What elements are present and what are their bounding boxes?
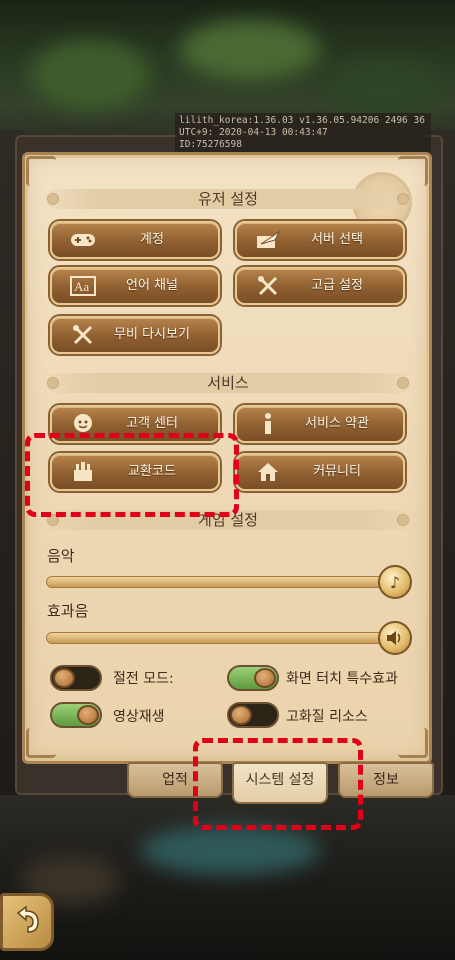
- toggle-knob: [77, 705, 99, 725]
- section-title: 서비스: [207, 374, 249, 392]
- panel-corner-ornament: [398, 728, 428, 758]
- server-select-button[interactable]: 서버 선택: [235, 221, 405, 259]
- header-ornament: [397, 377, 409, 389]
- user-id-line: ID:75276598: [179, 139, 242, 150]
- toggle-knob: [254, 668, 276, 688]
- bg-foliage-blob: [30, 40, 150, 110]
- wrench-screwdriver-icon: [70, 323, 96, 347]
- tab-label: 업적: [162, 772, 188, 788]
- language-channel-button[interactable]: Aa 언어 채널: [50, 267, 220, 305]
- highlight-exchange-code: [25, 433, 239, 517]
- account-button[interactable]: 계정: [50, 221, 220, 259]
- timestamp-line: UTC+9: 2020-04-13 00:43:47: [179, 127, 328, 138]
- header-ornament: [397, 193, 409, 205]
- hq-resources-toggle[interactable]: [227, 702, 279, 728]
- highlight-system-settings-tab: [193, 738, 363, 830]
- sfx-label: 효과음: [47, 602, 89, 620]
- movie-replay-button[interactable]: 무비 다시보기: [50, 316, 220, 354]
- music-label: 음악: [47, 547, 75, 565]
- community-button-label: 커뮤니티: [313, 464, 361, 479]
- sfx-volume-slider[interactable]: [46, 632, 392, 644]
- video-play-toggle[interactable]: [50, 702, 102, 728]
- version-info: lilith_korea:1.36.03 v1.36.05.94206 2496…: [175, 113, 431, 155]
- advanced-settings-button[interactable]: 고급 설정: [235, 267, 405, 305]
- server-select-button-label: 서버 선택: [311, 232, 363, 247]
- home-icon: [255, 460, 281, 484]
- tab-label: 정보: [373, 772, 399, 788]
- wrench-screwdriver-icon: [255, 274, 281, 298]
- music-note-icon[interactable]: ♪: [378, 565, 412, 599]
- touch-effect-toggle[interactable]: [227, 665, 279, 691]
- version-line: lilith_korea:1.36.03 v1.36.05.94206 2496…: [179, 115, 427, 126]
- section-title: 유저 설정: [198, 190, 258, 208]
- terms-of-service-button-label: 서비스 약관: [305, 416, 369, 431]
- terms-of-service-button[interactable]: 서비스 약관: [235, 405, 405, 443]
- header-ornament: [397, 514, 409, 526]
- video-play-label: 영상재생: [113, 709, 165, 725]
- power-save-toggle[interactable]: [50, 665, 102, 691]
- panel-corner-ornament: [26, 728, 56, 758]
- header-ornament: [47, 377, 59, 389]
- movie-replay-button-label: 무비 다시보기: [114, 327, 190, 342]
- account-button-label: 계정: [140, 232, 164, 247]
- text-aa-icon: Aa: [70, 274, 96, 298]
- gamepad-icon: [70, 228, 96, 252]
- panel-corner-ornament: [26, 156, 56, 186]
- bg-blur-blob: [140, 825, 320, 875]
- toggle-knob: [53, 668, 75, 688]
- language-channel-button-label: 언어 채널: [126, 278, 178, 293]
- hq-resources-label: 고화질 리소스: [286, 709, 368, 725]
- info-icon: [255, 412, 281, 436]
- svg-text:Aa: Aa: [74, 279, 89, 294]
- header-ornament: [47, 193, 59, 205]
- touch-effect-label: 화면 터치 특수효과: [286, 671, 398, 687]
- section-service: 서비스: [45, 373, 411, 393]
- speaker-icon[interactable]: [378, 621, 412, 655]
- advanced-settings-button-label: 고급 설정: [311, 278, 363, 293]
- bg-foliage-blob: [180, 20, 320, 80]
- back-arrow-icon: [12, 905, 42, 939]
- section-user-settings: 유저 설정: [45, 189, 411, 209]
- toggle-knob: [230, 705, 252, 725]
- music-volume-slider[interactable]: [46, 576, 392, 588]
- quill-letter-icon: [255, 228, 281, 252]
- power-save-label: 절전 모드:: [113, 671, 174, 687]
- community-button[interactable]: 커뮤니티: [235, 453, 405, 491]
- bg-foliage-blob: [330, 60, 440, 120]
- back-button[interactable]: [0, 893, 54, 951]
